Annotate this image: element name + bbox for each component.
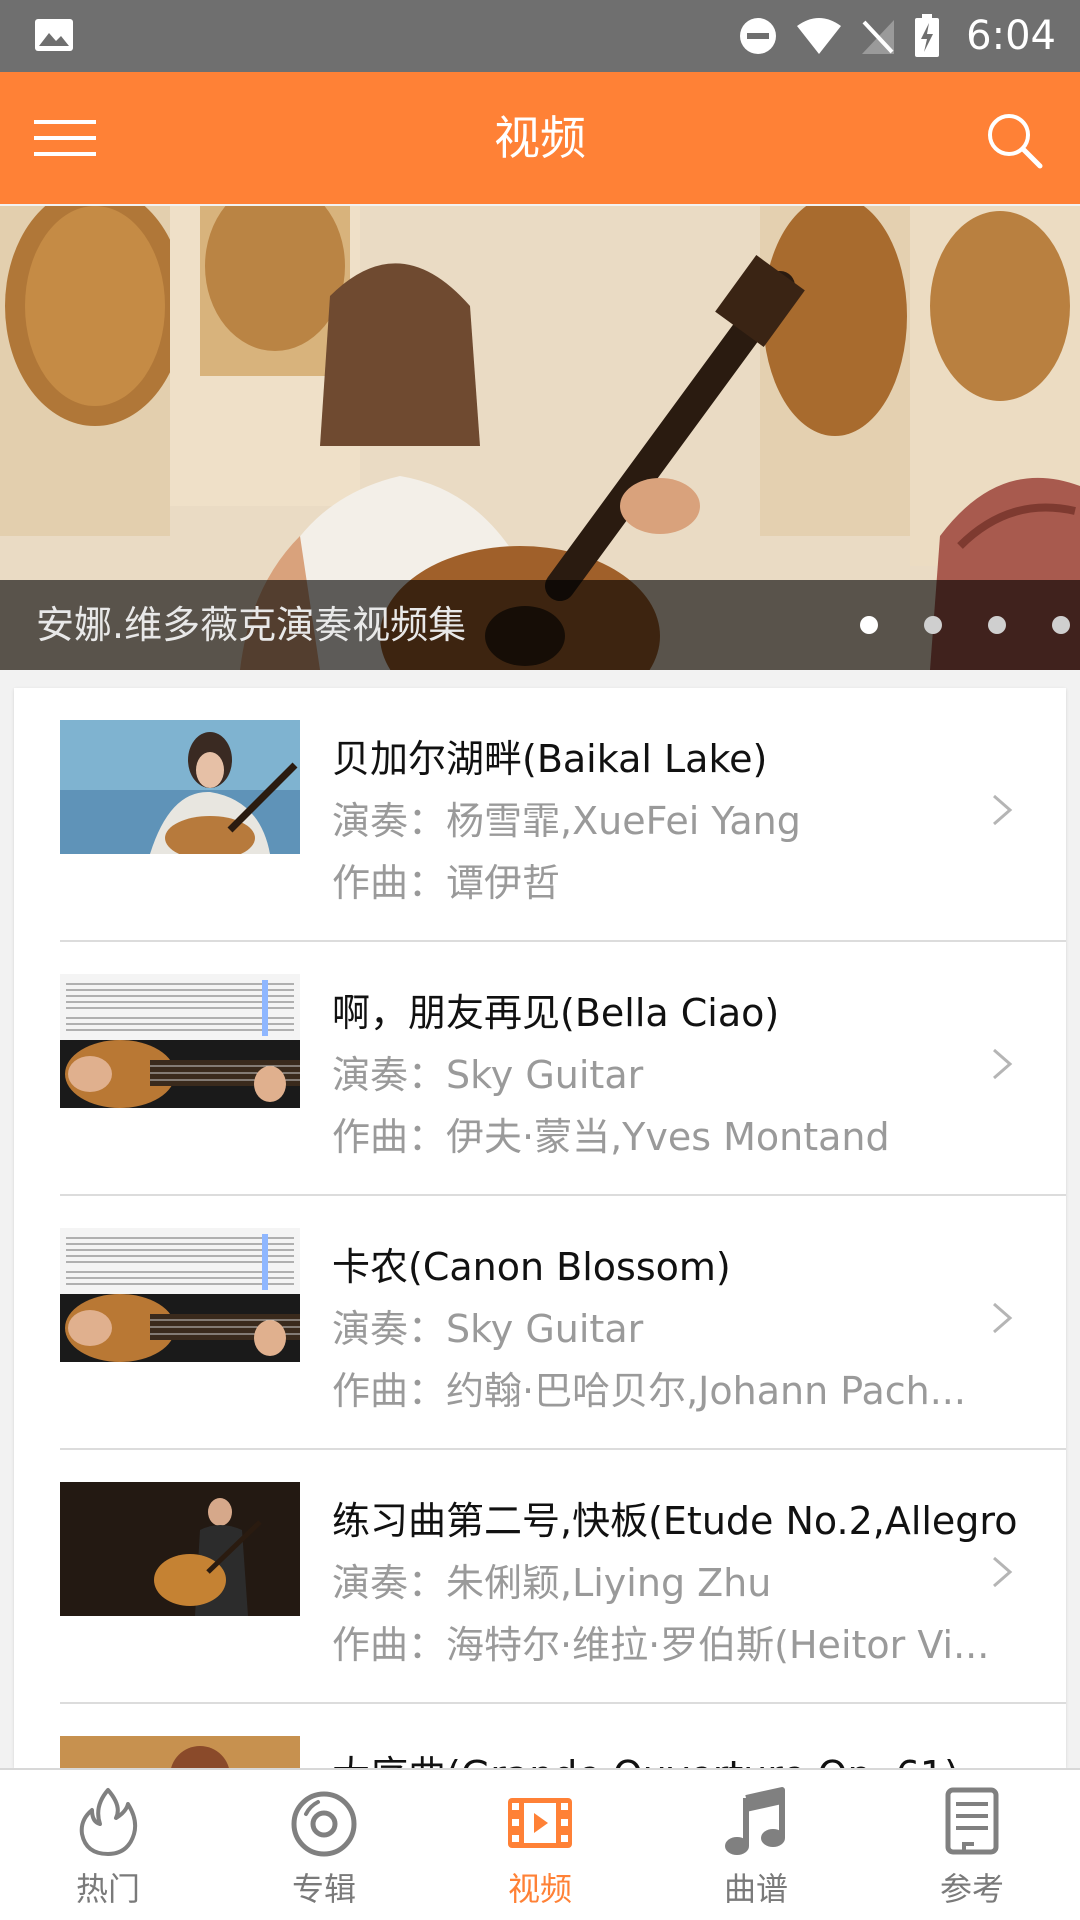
- status-bar: 6:04: [0, 0, 1080, 72]
- list-item[interactable]: 练习曲第二号,快板(Etude No.2,Allegro 演奏：朱俐颖,Liyi…: [14, 1450, 1066, 1704]
- video-title: 卡农(Canon Blossom): [332, 1245, 731, 1289]
- banner-dot-1[interactable]: [860, 616, 878, 634]
- nav-label: 视频: [507, 1870, 572, 1908]
- video-title: 贝加尔湖畔(Baikal Lake): [332, 737, 768, 781]
- video-thumbnail: [60, 1736, 300, 1768]
- banner-page-indicator: [860, 580, 1070, 670]
- banner-dot-4[interactable]: [1052, 616, 1070, 634]
- video-performer: 演奏：Sky Guitar: [332, 1053, 644, 1097]
- page-title: 视频: [494, 111, 586, 165]
- video-thumbnail: [60, 1482, 300, 1616]
- no-signal-icon: [862, 20, 895, 54]
- chevron-right-icon: [993, 1048, 1013, 1080]
- nav-videos[interactable]: 视频: [432, 1770, 648, 1920]
- nav-scores[interactable]: 曲谱: [648, 1770, 864, 1920]
- list-item[interactable]: 啊，朋友再见(Bella Ciao) 演奏：Sky Guitar 作曲：伊夫·蒙…: [14, 942, 1066, 1196]
- list-item[interactable]: 卡农(Canon Blossom) 演奏：Sky Guitar 作曲：约翰·巴哈…: [14, 1196, 1066, 1450]
- clock: 6:04: [966, 13, 1056, 59]
- nav-hot[interactable]: 热门: [0, 1770, 216, 1920]
- featured-banner[interactable]: 安娜.维多薇克演奏视频集: [0, 206, 1080, 670]
- image-notification-icon: [35, 19, 73, 51]
- video-thumbnail: [60, 720, 300, 854]
- nav-label: 热门: [75, 1870, 140, 1908]
- video-thumbnail: [60, 974, 300, 1108]
- top-app-bar: 视频: [0, 72, 1080, 204]
- video-composer: 作曲：谭伊哲: [332, 861, 561, 905]
- video-composer: 作曲：海特尔·维拉·罗伯斯(Heitor Vi...: [332, 1623, 990, 1667]
- list-item[interactable]: 贝加尔湖畔(Baikal Lake) 演奏：杨雪霏,XueFei Yang 作曲…: [14, 688, 1066, 942]
- bottom-navigation: 热门 专辑 视频 曲谱 参考: [0, 1768, 1080, 1920]
- nav-albums[interactable]: 专辑: [216, 1770, 432, 1920]
- music-note-icon: [725, 1787, 785, 1855]
- nav-label: 专辑: [291, 1870, 356, 1908]
- video-performer: 演奏：杨雪霏,XueFei Yang: [332, 799, 801, 843]
- nav-reference[interactable]: 参考: [864, 1770, 1080, 1920]
- wifi-icon: [797, 18, 842, 54]
- chevron-right-icon: [993, 1302, 1013, 1334]
- video-thumbnail: [60, 1228, 300, 1362]
- banner-dot-2[interactable]: [924, 616, 942, 634]
- banner-dot-3[interactable]: [988, 616, 1006, 634]
- nav-label: 曲谱: [723, 1870, 788, 1908]
- nav-label: 参考: [939, 1870, 1004, 1908]
- do-not-disturb-icon: [740, 18, 777, 54]
- video-performer: 演奏：Sky Guitar: [332, 1307, 644, 1351]
- disc-icon: [291, 1791, 357, 1857]
- flame-icon: [79, 1788, 138, 1856]
- banner-caption: 安娜.维多薇克演奏视频集: [36, 603, 467, 647]
- banner-caption-bar: 安娜.维多薇克演奏视频集: [0, 580, 1080, 670]
- film-icon: [508, 1798, 572, 1848]
- document-icon: [945, 1787, 999, 1855]
- chevron-right-icon: [993, 1556, 1013, 1588]
- video-composer: 作曲：伊夫·蒙当,Yves Montand: [332, 1115, 890, 1159]
- battery-charging-icon: [915, 14, 940, 57]
- chevron-right-icon: [993, 794, 1013, 826]
- video-title: 练习曲第二号,快板(Etude No.2,Allegro: [332, 1499, 1018, 1543]
- video-list: 贝加尔湖畔(Baikal Lake) 演奏：杨雪霏,XueFei Yang 作曲…: [14, 688, 1066, 1768]
- video-composer: 作曲：约翰·巴哈贝尔,Johann Pach...: [332, 1369, 966, 1413]
- list-item[interactable]: 大序曲(Grande Ouverture Op. 61): [14, 1704, 1066, 1768]
- search-icon[interactable]: [982, 108, 1046, 172]
- video-title: 啊，朋友再见(Bella Ciao): [332, 991, 780, 1035]
- video-performer: 演奏：朱俐颖,Liying Zhu: [332, 1561, 772, 1605]
- video-title: 大序曲(Grande Ouverture Op. 61): [332, 1744, 1038, 1768]
